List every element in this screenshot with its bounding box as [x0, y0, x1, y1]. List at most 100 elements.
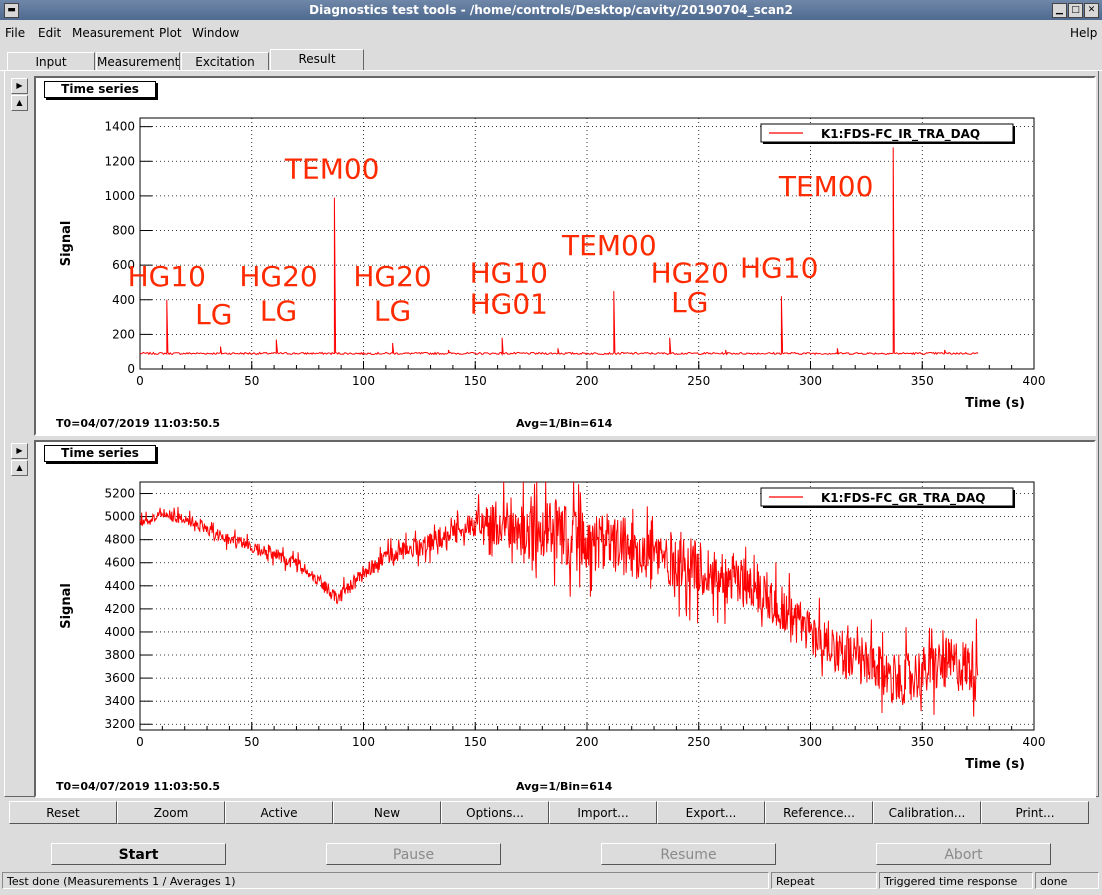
x-tick-label: 0 [136, 735, 144, 749]
y-tick-label: 4800 [104, 533, 135, 547]
peak-annotation: HG10 [128, 260, 206, 293]
x-tick-label: 100 [352, 374, 375, 388]
menu-measurement[interactable]: Measurement [72, 26, 154, 40]
y-axis-label: Signal [59, 221, 74, 267]
collapse-up-icon[interactable]: ▲ [11, 95, 28, 111]
peak-annotation: HG20 [239, 260, 317, 293]
avg-label: Avg=1/Bin=614 [516, 780, 613, 793]
y-tick-label: 4000 [104, 625, 135, 639]
print-button[interactable]: Print... [981, 801, 1089, 824]
y-tick-label: 1200 [104, 154, 135, 168]
x-tick-label: 400 [1023, 735, 1046, 749]
reference-button[interactable]: Reference... [765, 801, 873, 824]
pause-button[interactable]: Pause [326, 843, 501, 865]
x-tick-label: 100 [352, 735, 375, 749]
status-mode: Repeat [771, 872, 877, 889]
tab-excitation[interactable]: Excitation [181, 52, 269, 71]
collapse-up-icon[interactable]: ▲ [11, 460, 28, 476]
y-tick-label: 4400 [104, 579, 135, 593]
y-tick-label: 400 [112, 293, 135, 307]
x-tick-label: 50 [244, 735, 259, 749]
menu-bar: File Edit Measurement Plot Window Help [0, 22, 1102, 46]
x-tick-label: 250 [687, 735, 710, 749]
plot-panel-1[interactable]: Time series 0 50 100 150 200 250 300 350 400 0 200… [34, 76, 1096, 436]
y-tick-label: 200 [112, 327, 135, 341]
avg-label: Avg=1/Bin=614 [516, 417, 613, 430]
close-icon[interactable]: ✕ [1084, 3, 1099, 18]
x-tick-label: 400 [1023, 374, 1046, 388]
x-tick-label: 200 [576, 374, 599, 388]
expand-right-icon[interactable]: ▶ [11, 443, 28, 459]
peak-annotation: HG20 [651, 256, 729, 289]
y-tick-label: 4600 [104, 556, 135, 570]
legend-label: K1:FDS-FC_IR_TRA_DAQ [821, 127, 980, 142]
peak-annotation: TEM00 [778, 170, 874, 203]
y-tick-label: 1000 [104, 189, 135, 203]
options-button[interactable]: Options... [441, 801, 549, 824]
export-button[interactable]: Export... [657, 801, 765, 824]
start-button[interactable]: Start [51, 843, 226, 865]
y-tick-label: 1400 [104, 120, 135, 134]
y-tick-label: 4200 [104, 602, 135, 616]
x-tick-label: 50 [244, 374, 259, 388]
peak-annotation: LG [260, 295, 297, 328]
peak-annotation: HG20 [353, 260, 431, 293]
y-tick-label: 3600 [104, 671, 135, 685]
minimize-icon[interactable]: ▁ [1052, 3, 1067, 18]
menu-window[interactable]: Window [192, 26, 239, 40]
plot-panel-2[interactable]: Time series 0 50 100 150 200 250 300 350 400 3200… [34, 440, 1096, 798]
resume-button[interactable]: Resume [601, 843, 776, 865]
legend-label: K1:FDS-FC_GR_TRA_DAQ [821, 491, 985, 506]
menu-help[interactable]: Help [1070, 26, 1097, 40]
peak-annotation: LG [671, 286, 708, 319]
window-menu-icon[interactable]: ▬ [4, 3, 19, 18]
x-tick-label: 350 [911, 735, 934, 749]
ir-chart[interactable]: 0 50 100 150 200 250 300 350 4000200400600800100… [36, 78, 1094, 434]
status-state: done [1035, 872, 1099, 889]
x-tick-label: 250 [687, 374, 710, 388]
tab-measurement[interactable]: Measurement [96, 52, 180, 71]
x-axis-label: Time (s) [965, 757, 1025, 772]
x-tick-label: 150 [464, 735, 487, 749]
x-axis-label: Time (s) [965, 396, 1025, 411]
zoom-button[interactable]: Zoom [117, 801, 225, 824]
y-tick-label: 5200 [104, 487, 135, 501]
status-message: Test done (Measurements 1 / Averages 1) [2, 872, 769, 889]
status-type: Triggered time response [879, 872, 1033, 889]
maximize-icon[interactable]: □ [1068, 3, 1083, 18]
x-tick-label: 300 [799, 374, 822, 388]
abort-button[interactable]: Abort [876, 843, 1051, 865]
title-bar[interactable]: Diagnostics test tools - /home/controls/… [0, 0, 1102, 20]
y-tick-label: 0 [127, 362, 135, 376]
x-tick-label: 150 [464, 374, 487, 388]
calibration-button[interactable]: Calibration... [873, 801, 981, 824]
peak-annotation: HG10 [470, 256, 548, 289]
tab-input[interactable]: Input [7, 52, 95, 71]
peak-annotation: LG [374, 295, 411, 328]
gr-chart[interactable]: 0 50 100 150 200 250 300 350 400 3200 3400 3600 3800… [36, 442, 1094, 796]
peak-annotation: TEM00 [284, 153, 380, 186]
peak-annotation: LG [195, 298, 232, 331]
y-tick-label: 800 [112, 224, 135, 238]
x-tick-label: 300 [799, 735, 822, 749]
reset-button[interactable]: Reset [9, 801, 117, 824]
window-title: Diagnostics test tools - /home/controls/… [309, 3, 793, 17]
new-button[interactable]: New [333, 801, 441, 824]
y-axis-label: Signal [59, 583, 74, 629]
menu-plot[interactable]: Plot [159, 26, 182, 40]
x-tick-label: 200 [576, 735, 599, 749]
menu-edit[interactable]: Edit [38, 26, 61, 40]
expand-right-icon[interactable]: ▶ [11, 78, 28, 94]
x-tick-label: 350 [911, 374, 934, 388]
menu-file[interactable]: File [5, 26, 25, 40]
y-tick-label: 3200 [104, 717, 135, 731]
t0-label: T0=04/07/2019 11:03:50.5 [56, 417, 221, 430]
peak-annotation: HG10 [740, 251, 818, 284]
y-tick-label: 3800 [104, 648, 135, 662]
peak-annotation: HG01 [470, 288, 548, 321]
import-button[interactable]: Import... [549, 801, 657, 824]
tab-result[interactable]: Result [270, 49, 364, 71]
active-button[interactable]: Active [225, 801, 333, 824]
t0-label: T0=04/07/2019 11:03:50.5 [56, 780, 221, 793]
peak-annotation: TEM00 [561, 229, 657, 262]
